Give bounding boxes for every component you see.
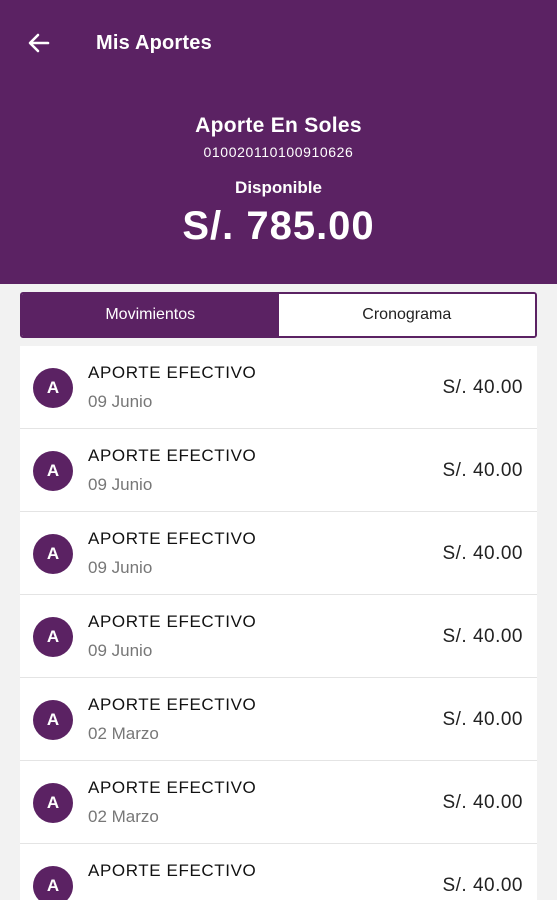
list-item[interactable]: A APORTE EFECTIVO 09 Junio S/. 40.00 [20, 429, 537, 512]
tab-bar: Movimientos Cronograma [20, 292, 537, 338]
movement-title: APORTE EFECTIVO [88, 446, 257, 465]
list-item[interactable]: A APORTE EFECTIVO S/. 40.00 [20, 844, 537, 900]
movement-date: 09 Junio [88, 641, 153, 660]
movement-amount: S/. 40.00 [442, 626, 523, 647]
movement-title: APORTE EFECTIVO [88, 861, 257, 880]
avatar: A [33, 617, 73, 657]
movement-title: APORTE EFECTIVO [88, 363, 257, 382]
movement-date: 09 Junio [88, 475, 153, 494]
tab-movimientos[interactable]: Movimientos [22, 294, 279, 336]
arrow-left-icon [28, 33, 50, 53]
movement-date: 09 Junio [88, 392, 153, 411]
top-app-bar: Mis Aportes [0, 0, 557, 86]
list-item[interactable]: A APORTE EFECTIVO 09 Junio S/. 40.00 [20, 595, 537, 678]
list-item[interactable]: A APORTE EFECTIVO 09 Junio S/. 40.00 [20, 346, 537, 429]
movement-title: APORTE EFECTIVO [88, 695, 257, 714]
movement-amount: S/. 40.00 [442, 709, 523, 730]
list-item[interactable]: A APORTE EFECTIVO 02 Marzo S/. 40.00 [20, 761, 537, 844]
tab-cronograma[interactable]: Cronograma [278, 294, 535, 336]
avatar: A [33, 783, 73, 823]
list-item[interactable]: A APORTE EFECTIVO 09 Junio S/. 40.00 [20, 512, 537, 595]
account-summary: Aporte En Soles 010020110100910626 Dispo… [0, 114, 557, 249]
movement-amount: S/. 40.00 [442, 543, 523, 564]
avatar: A [33, 700, 73, 740]
movement-amount: S/. 40.00 [442, 792, 523, 813]
movement-title: APORTE EFECTIVO [88, 529, 257, 548]
movement-date: 09 Junio [88, 558, 153, 577]
avatar: A [33, 451, 73, 491]
available-label: Disponible [235, 178, 322, 197]
movement-date: 02 Marzo [88, 807, 159, 826]
movement-title: APORTE EFECTIVO [88, 778, 257, 797]
movement-amount: S/. 40.00 [442, 875, 523, 896]
list-item[interactable]: A APORTE EFECTIVO 02 Marzo S/. 40.00 [20, 678, 537, 761]
movement-title: APORTE EFECTIVO [88, 612, 257, 631]
account-name: Aporte En Soles [195, 114, 362, 137]
avatar: A [33, 534, 73, 574]
page-title: Mis Aportes [96, 31, 212, 54]
movements-list: A APORTE EFECTIVO 09 Junio S/. 40.00 A A… [20, 346, 537, 900]
movement-amount: S/. 40.00 [442, 377, 523, 398]
movement-date: 02 Marzo [88, 724, 159, 743]
account-header: Mis Aportes Aporte En Soles 010020110100… [0, 0, 557, 284]
account-number: 010020110100910626 [203, 144, 354, 160]
avatar: A [33, 368, 73, 408]
avatar: A [33, 866, 73, 900]
movement-amount: S/. 40.00 [442, 460, 523, 481]
back-button[interactable] [17, 21, 61, 65]
available-amount: S/. 785.00 [182, 204, 375, 248]
